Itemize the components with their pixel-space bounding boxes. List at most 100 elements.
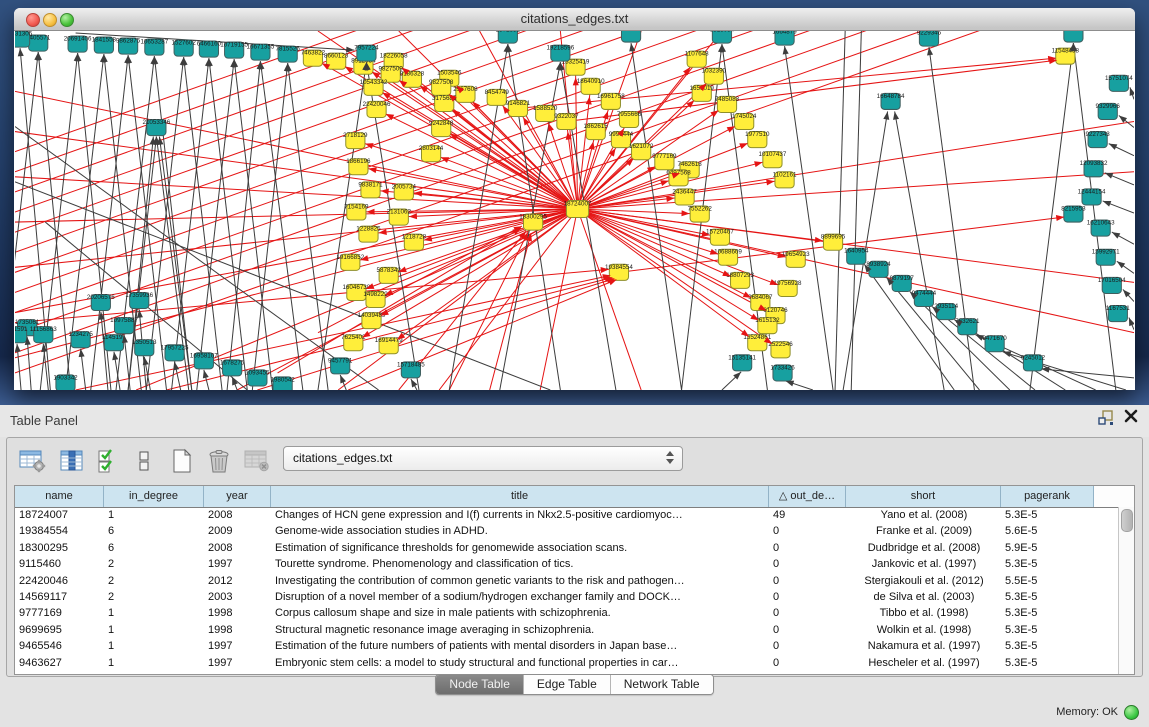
graph-node-label: 9322037 <box>554 113 579 120</box>
table-row[interactable]: 946554611997Estimation of the future num… <box>15 638 1119 654</box>
graph-node-label: 10653287 <box>140 39 168 46</box>
table-cell: 5.3E-5 <box>1001 556 1094 572</box>
table-cell: 5.3E-5 <box>1001 638 1094 654</box>
edge-arrowhead <box>1103 201 1112 207</box>
graph-node-label: 1234275 <box>68 331 93 338</box>
graph-node[interactable] <box>621 31 640 42</box>
vertical-scrollbar[interactable] <box>1118 507 1134 674</box>
graph-node-label: 9457791 <box>328 357 353 364</box>
graph-edge <box>372 209 578 321</box>
graph-node-label: 9777169 <box>652 153 677 160</box>
column-header-title[interactable]: title <box>271 486 769 507</box>
column-header-short[interactable]: short <box>846 486 1001 507</box>
graph-node-label: 9227343 <box>1085 131 1110 138</box>
graph-node-label: 1977510 <box>745 131 770 138</box>
graph-node-label: 6879197 <box>890 275 915 282</box>
graph-node[interactable] <box>1064 31 1083 42</box>
status-bar: Memory: OK <box>1056 701 1139 723</box>
table-column-icon[interactable] <box>55 446 89 476</box>
graph-node-label: 9684067 <box>748 294 773 301</box>
float-panel-icon[interactable] <box>1098 410 1114 425</box>
edge-arrowhead <box>441 157 450 163</box>
edge-arrowhead <box>629 43 635 51</box>
graph-node-label: 391591 <box>15 326 28 333</box>
minimize-window-button[interactable] <box>43 13 57 27</box>
table-cell: 2008 <box>204 507 271 523</box>
clear-selection-icon[interactable] <box>133 446 155 476</box>
column-header-pagerank[interactable]: pagerank <box>1001 486 1094 507</box>
scrollbar-thumb[interactable] <box>1121 509 1133 532</box>
graph-node-label: 15718485 <box>397 361 425 368</box>
graph-node-label: 9838171 <box>358 181 383 188</box>
delete-rows-icon[interactable] <box>203 446 235 476</box>
graph-edge <box>209 58 247 390</box>
new-table-icon[interactable] <box>167 446 197 476</box>
column-header-in_degree[interactable]: in_degree <box>104 486 204 507</box>
close-panel-icon[interactable] <box>1124 409 1138 423</box>
table-cell: 49 <box>769 507 846 523</box>
table-row[interactable]: 1830029562008Estimation of significance … <box>15 540 1119 556</box>
tab-network-table[interactable]: Network Table <box>611 675 713 694</box>
delete-table-icon[interactable] <box>241 446 273 476</box>
table-cell: 5.6E-5 <box>1001 523 1094 539</box>
graph-node-label: 1862615 <box>584 123 609 130</box>
graph-edge <box>929 47 974 390</box>
table-cell: 9699695 <box>15 622 104 638</box>
tab-edge-table[interactable]: Edge Table <box>524 675 611 694</box>
table-cell: Changes of HCN gene expression and I(f) … <box>271 507 769 523</box>
select-all-icon[interactable] <box>95 446 123 476</box>
table-settings-icon[interactable] <box>15 446 49 476</box>
edge-arrowhead <box>411 379 418 388</box>
graph-node-label: 17957225 <box>161 344 189 351</box>
graph-node-label: 5878342 <box>377 267 402 274</box>
table-cell: 1 <box>104 507 204 523</box>
graph-node-label: 17359936 <box>125 292 153 299</box>
table-panel-body: f (x) citations_edges.txt namein_degreey… <box>6 437 1143 677</box>
table-rows: 1872400712008Changes of HCN gene express… <box>15 507 1119 674</box>
edge-arrowhead <box>666 196 674 202</box>
graph-node-label: 2131062 <box>387 209 412 216</box>
edge-arrowhead <box>1112 232 1121 239</box>
graph-edge <box>835 31 845 390</box>
graph-node-label: 7463822 <box>301 50 326 57</box>
graph-node-label: 10975887 <box>110 317 138 324</box>
graph-node-label: 7815526 <box>276 46 301 53</box>
edge-arrowhead <box>589 141 595 150</box>
table-cell: Nakamura et al. (1997) <box>846 638 1001 654</box>
table-cell: 1 <box>104 605 204 621</box>
network-window-titlebar[interactable]: citations_edges.txt <box>14 8 1135 31</box>
table-cell: 18724007 <box>15 507 104 523</box>
table-row[interactable]: 977716911998Corpus callosum shape and si… <box>15 605 1119 621</box>
table-row[interactable]: 2242004622012Investigating the contribut… <box>15 573 1119 589</box>
graph-edge <box>1041 369 1134 378</box>
edge-arrowhead <box>586 96 592 104</box>
table-row[interactable]: 1872400712008Changes of HCN gene express… <box>15 507 1119 523</box>
table-cell: 1 <box>104 655 204 671</box>
table-cell: 1997 <box>204 556 271 572</box>
table-cell: 5.3E-5 <box>1001 622 1094 638</box>
table-row[interactable]: 1938455462009Genome-wide association stu… <box>15 523 1119 539</box>
table-cell: Wolkin et al. (1998) <box>846 622 1001 638</box>
network-view-canvas[interactable]: 1872400774638228660123891295418226058982… <box>15 31 1134 390</box>
graph-node-label: 12093832 <box>1080 160 1108 167</box>
graph-node-label: 6120746 <box>763 307 788 314</box>
close-window-button[interactable] <box>26 13 40 27</box>
table-row[interactable]: 911546021997Tourette syndrome. Phenomeno… <box>15 556 1119 572</box>
table-row[interactable]: 946362711997Embryonic stem cells: a mode… <box>15 655 1119 671</box>
graph-node-label: 2803144 <box>419 145 444 152</box>
graph-node-label: 2436447 <box>672 188 697 195</box>
column-header-out_de[interactable]: △ out_de… <box>769 486 846 507</box>
graph-node-label: 6466160 <box>197 41 222 48</box>
table-cell: 2003 <box>204 589 271 605</box>
table-row[interactable]: 1456911722003Disruption of a novel membe… <box>15 589 1119 605</box>
graph-edge <box>15 31 1134 353</box>
column-header-year[interactable]: year <box>204 486 271 507</box>
column-header-name[interactable]: name <box>15 486 104 507</box>
tab-node-table[interactable]: Node Table <box>436 675 524 694</box>
graph-node-label: 8899695 <box>821 234 846 241</box>
table-row[interactable]: 969969511998Structural magnetic resonanc… <box>15 622 1119 638</box>
graph-node-label: 6497568 <box>666 169 691 176</box>
table-select-dropdown[interactable]: citations_edges.txt <box>283 446 683 471</box>
graph-node-label: 16210643 <box>1087 220 1115 227</box>
zoom-window-button[interactable] <box>60 13 74 27</box>
